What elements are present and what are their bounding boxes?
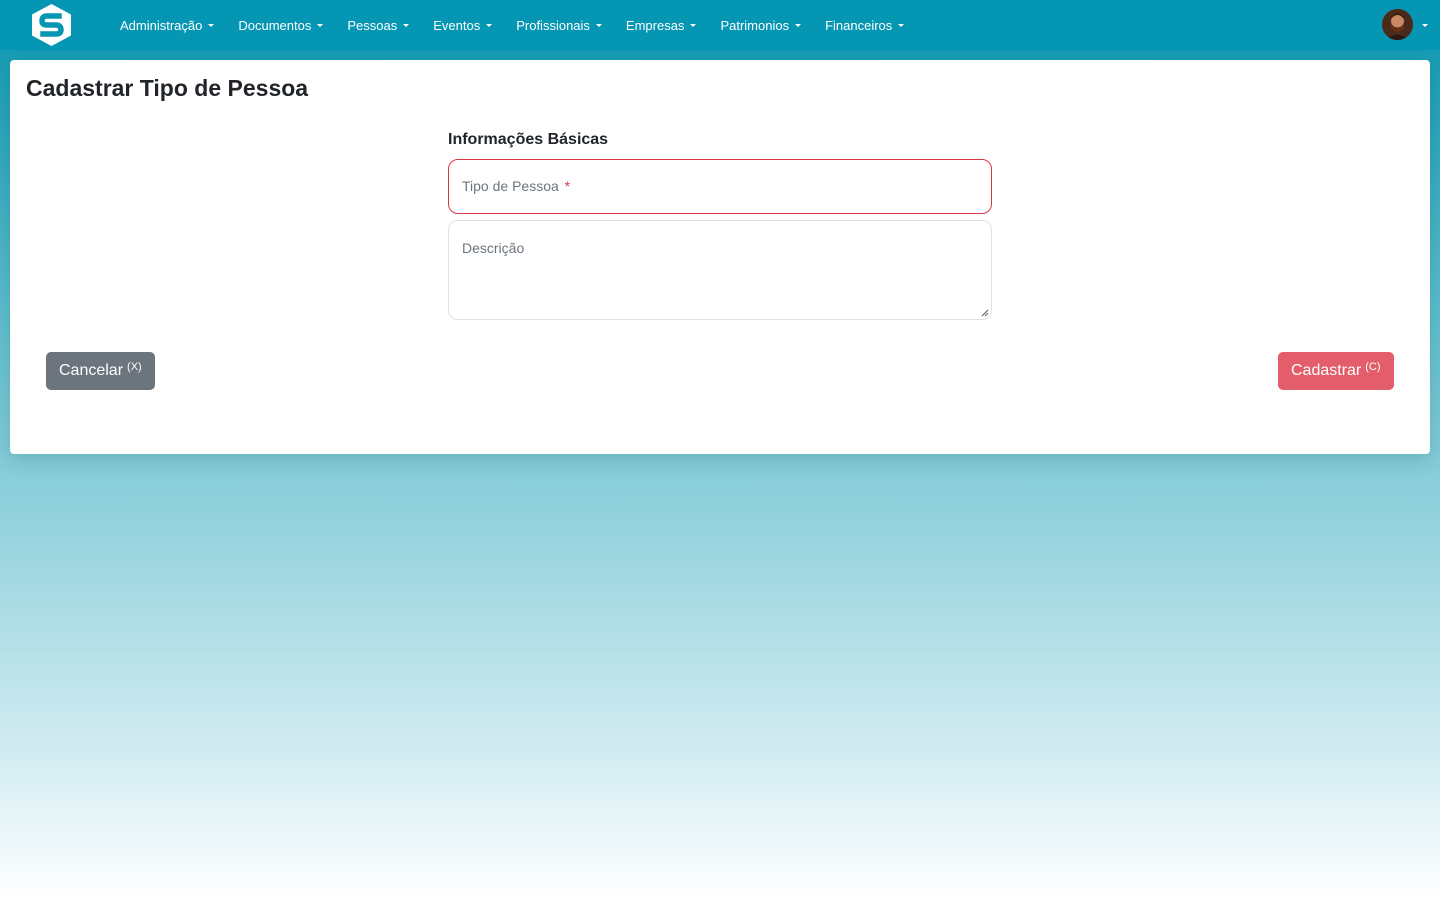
menu-label: Patrimonios xyxy=(720,17,790,33)
menu-label: Eventos xyxy=(433,17,481,33)
submit-button[interactable]: Cadastrar (C) xyxy=(1278,352,1394,390)
caret-down-icon xyxy=(486,24,493,27)
caret-down-icon xyxy=(403,24,410,27)
caret-down-icon xyxy=(595,24,602,27)
menu-patrimonios[interactable]: Patrimonios xyxy=(708,18,813,33)
resize-grip-icon[interactable] xyxy=(981,309,989,317)
caret-down-icon xyxy=(898,24,905,27)
page-title: Cadastrar Tipo de Pessoa xyxy=(26,75,309,101)
menu-label: Pessoas xyxy=(347,17,398,33)
s-hexagon-logo[interactable] xyxy=(29,3,74,47)
menu-administracao[interactable]: Administração xyxy=(108,18,226,33)
menu-documentos[interactable]: Documentos xyxy=(226,18,335,33)
caret-down-icon xyxy=(1422,23,1428,27)
cancel-shortcut: (X) xyxy=(127,361,142,373)
top-navbar: Administração Documentos Pessoas Eventos… xyxy=(0,0,1440,50)
user-avatar-icon xyxy=(1382,9,1413,40)
caret-down-icon xyxy=(690,24,697,27)
menu-label: Financeiros xyxy=(825,17,893,33)
cancel-button[interactable]: Cancelar (X) xyxy=(46,352,155,390)
descricao-label: Descrição xyxy=(462,240,525,256)
form-card: Cadastrar Tipo de Pessoa Informações Bás… xyxy=(10,60,1430,454)
caret-down-icon xyxy=(795,24,802,27)
menu-label: Administração xyxy=(120,17,203,33)
avatar xyxy=(1382,9,1413,40)
menu-label: Empresas xyxy=(625,17,685,33)
submit-button-label: Cadastrar xyxy=(1291,362,1362,379)
required-marker: * xyxy=(564,178,571,194)
main-menu: Administração Documentos Pessoas Eventos… xyxy=(108,0,916,50)
section-title: Informações Básicas xyxy=(448,131,609,148)
tipo-pessoa-label-text: Tipo de Pessoa xyxy=(462,178,559,194)
caret-down-icon xyxy=(208,24,215,27)
menu-eventos[interactable]: Eventos xyxy=(421,18,504,33)
tipo-pessoa-label: Tipo de Pessoa * xyxy=(462,178,570,194)
descricao-textarea[interactable]: Descrição xyxy=(448,220,992,320)
menu-label: Documentos xyxy=(238,17,312,33)
cancel-button-label: Cancelar xyxy=(59,362,124,379)
tipo-pessoa-input[interactable]: Tipo de Pessoa * xyxy=(448,159,992,214)
caret-down-icon xyxy=(317,24,324,27)
menu-pessoas[interactable]: Pessoas xyxy=(335,18,421,33)
menu-profissionais[interactable]: Profissionais xyxy=(504,18,614,33)
menu-financeiros[interactable]: Financeiros xyxy=(813,18,916,33)
submit-shortcut: (C) xyxy=(1365,361,1381,373)
user-menu[interactable] xyxy=(1382,9,1428,40)
menu-empresas[interactable]: Empresas xyxy=(614,18,709,33)
menu-label: Profissionais xyxy=(516,17,590,33)
